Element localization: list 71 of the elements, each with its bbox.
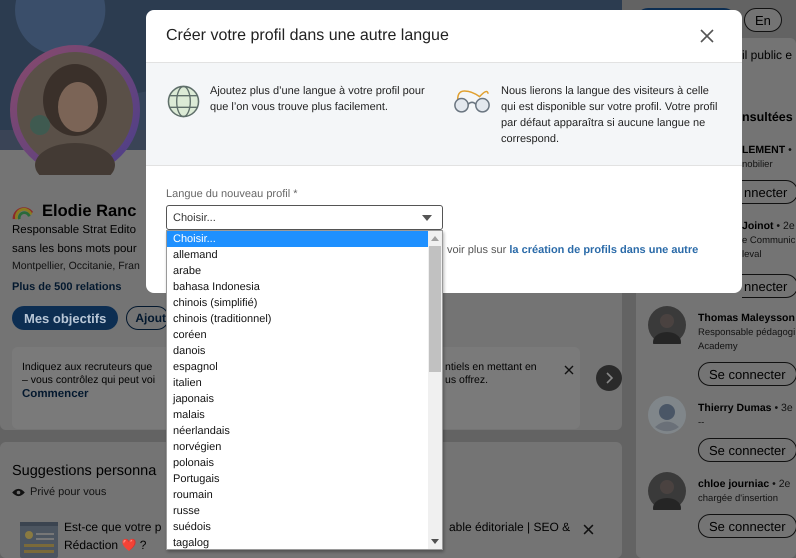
viewed-heading: nsultées [742,109,794,125]
language-option[interactable]: allemand [167,247,428,263]
language-option[interactable]: espagnol [167,359,428,375]
language-option[interactable]: polonais [167,455,428,471]
scroll-up-icon[interactable] [431,236,439,241]
person-subtitle: -- [698,416,704,430]
language-button[interactable]: En [744,8,782,32]
location-text: Montpellier, Occitanie, Fran [12,259,140,273]
recruiter-text: Indiquez aux recruteurs que [22,361,154,374]
start-link[interactable]: Commencer [22,387,88,402]
person-name[interactable]: Thierry Dumas [698,402,772,414]
language-option[interactable]: malais [167,407,428,423]
language-option[interactable]: bahasa Indonesia [167,279,428,295]
language-option[interactable]: japonais [167,391,428,407]
language-option[interactable]: russe [167,503,428,519]
close-icon[interactable] [700,29,714,43]
connect-button[interactable]: Se connecter [698,514,796,538]
language-option[interactable]: Portugais [167,471,428,487]
recruiter-text: us offrez. [445,374,489,387]
person-subtitle: Responsable pédagogi [698,326,796,340]
language-option[interactable]: danois [167,343,428,359]
recruiter-text: – vous contrôlez qui peut voi [22,374,156,387]
help-text: voir plus sur la création de profils dans une autre [447,244,700,256]
person-subtitle: leval [742,248,763,262]
language-option[interactable]: italien [167,375,428,391]
language-option[interactable]: suédois [167,519,428,535]
language-option[interactable]: chinois (traditionnel) [167,311,428,327]
language-option[interactable]: arabe [167,263,428,279]
degree-text: • 3e [774,402,793,414]
help-link[interactable]: la création de profils dans une autre [509,244,698,256]
connections-link[interactable]: Plus de 500 relations [12,280,122,294]
connect-button[interactable]: Se connecter [698,438,796,462]
degree-text: • 2e [776,220,795,232]
headline-text: Responsable Strat Edito [12,223,136,238]
language-option[interactable]: néerlandais [167,423,428,439]
close-icon[interactable] [583,524,594,535]
language-select[interactable]: Choisir... [166,205,443,230]
degree-text: • 2e [772,478,790,490]
recruiter-text: ntiels en mettant en [445,361,537,374]
avatar-icon [648,396,686,434]
suggestion-text: Rédaction ❤ ? [64,537,146,554]
person-name[interactable]: LEMENT [742,144,786,156]
person-name[interactable]: Joinot [742,220,774,232]
language-option[interactable]: roumain [167,487,428,503]
language-option[interactable]: norvégien [167,439,428,455]
person-subtitle: Academy [698,340,738,354]
person-subtitle: e Communic [742,234,796,248]
caret-icon [422,214,432,220]
person-subtitle: chargée d'insertion [698,492,778,506]
privacy-text: Privé pour vous [30,486,106,498]
suggestion-text: able éditoriale | SEO & [449,519,570,536]
person-name[interactable]: chloe journiac [698,478,770,490]
connect-button[interactable]: Se connecter [698,362,796,386]
degree-text: • [788,144,792,156]
scroll-down-icon[interactable] [431,539,439,544]
profile-public-text: il public e [742,47,794,63]
goals-button[interactable]: Mes objectifs [12,306,118,330]
person-name[interactable]: Thomas Maleysson [698,312,795,324]
language-option[interactable]: chinois (simplifié) [167,295,428,311]
language-option[interactable]: coréen [167,327,428,343]
person-subtitle: nobilier [742,158,774,172]
suggestion-text: Est-ce que votre p [64,519,162,536]
scrollbar[interactable] [428,231,442,549]
profile-name: Elodie Ranc [42,201,136,221]
eye-icon [12,488,25,496]
close-icon[interactable] [564,365,574,375]
next-button[interactable] [596,365,622,391]
field-label: Langue du nouveau profil * [166,188,298,200]
suggestions-title: Suggestions personna [12,463,156,479]
headline-text: sans les bons mots pour [12,242,137,257]
language-option[interactable]: tagalog [167,535,428,551]
